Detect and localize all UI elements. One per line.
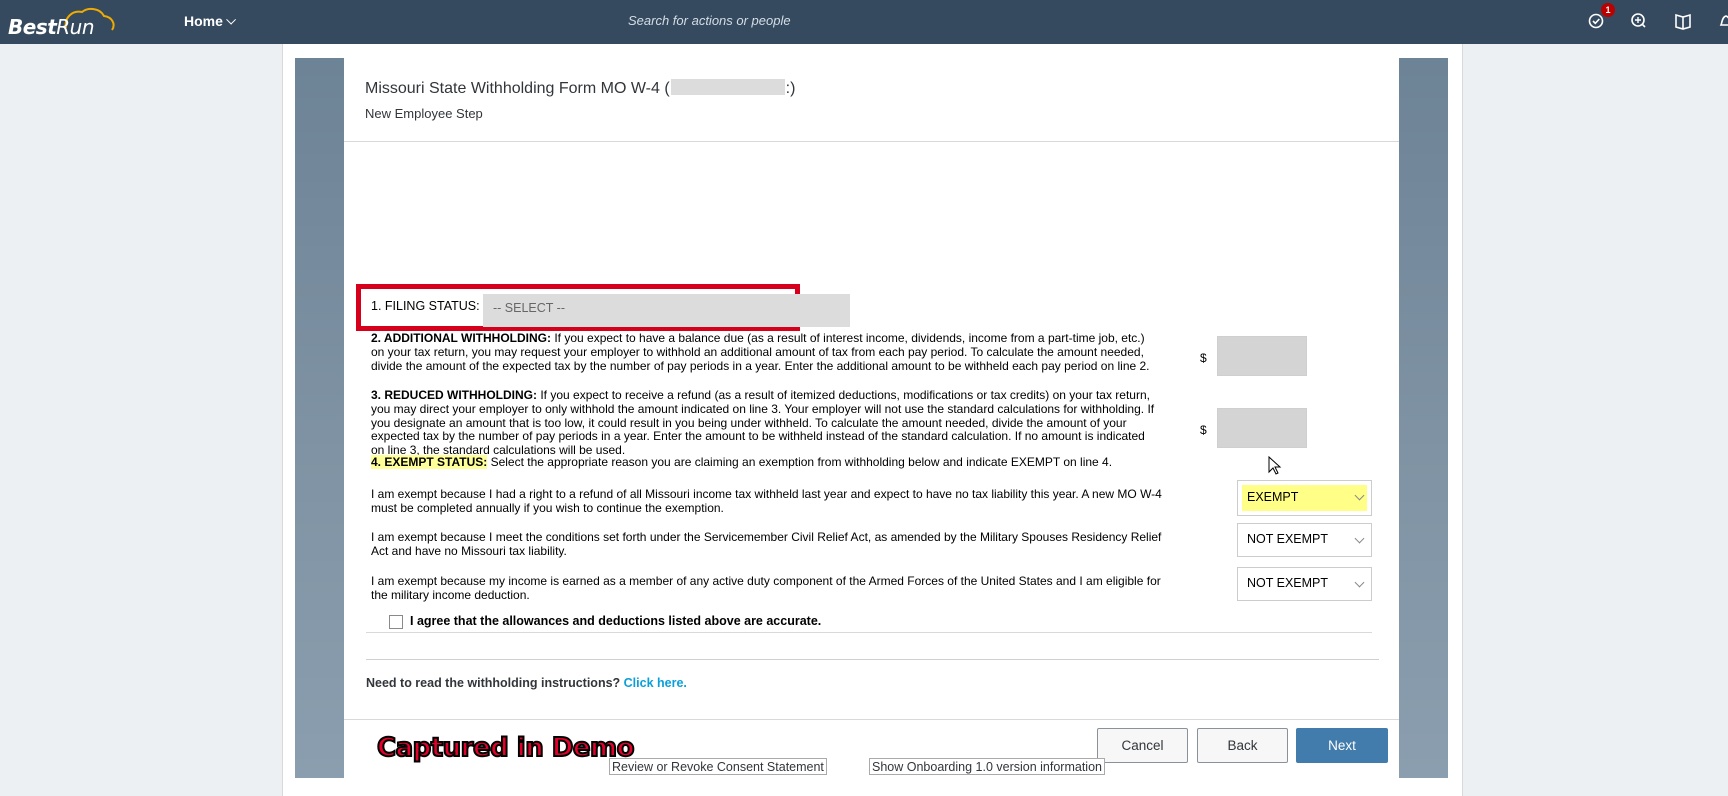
dialog-subtitle: New Employee Step	[365, 106, 483, 121]
exempt-select-2[interactable]: NOT EXEMPT	[1237, 523, 1372, 557]
version-info-link[interactable]: Show Onboarding 1.0 version information	[869, 758, 1105, 775]
cancel-button[interactable]: Cancel	[1097, 728, 1188, 763]
filing-status-label: 1. FILING STATUS:	[371, 299, 480, 313]
help-book-icon[interactable]	[1673, 11, 1693, 31]
additional-withholding-input[interactable]	[1217, 336, 1307, 376]
exempt-select-1-value: EXEMPT	[1247, 490, 1299, 504]
dialog-title-suffix: :)	[785, 80, 796, 97]
logo-text: BestRun	[8, 15, 95, 39]
currency-symbol-line3: $	[1200, 423, 1207, 437]
exempt-select-3[interactable]: NOT EXEMPT	[1237, 567, 1372, 601]
mo-w4-dialog: Missouri State Withholding Form MO W-4 (…	[344, 58, 1399, 778]
agree-label: I agree that the allowances and deductio…	[410, 614, 822, 628]
exempt-reason-3: I am exempt because my income is earned …	[371, 574, 1161, 602]
filing-status-select[interactable]: -- SELECT --	[483, 294, 850, 327]
shell-bar: BestRun Home Search for actions or peopl…	[0, 0, 1728, 44]
exempt-status-text: 4. EXEMPT STATUS: Select the appropriate…	[371, 455, 1271, 470]
additional-withholding-text: 2. ADDITIONAL WITHHOLDING: If you expect…	[371, 331, 1161, 373]
redacted-id	[670, 79, 785, 95]
chevron-down-icon	[1354, 533, 1365, 544]
chevron-down-icon	[226, 14, 236, 25]
mouse-cursor-icon	[1268, 456, 1282, 475]
instructions-link[interactable]: Click here.	[624, 676, 687, 690]
exempt-reason-1: I am exempt because I had a right to a r…	[371, 487, 1162, 515]
dialog-title-text: Missouri State Withholding Form MO W-4 (	[365, 80, 670, 97]
dialog-content: 1. FILING STATUS: -- SELECT -- 2. ADDITI…	[344, 143, 1399, 719]
dialog-header: Missouri State Withholding Form MO W-4 (…	[344, 58, 1399, 142]
instructions-label: Need to read the withholding instruction…	[366, 676, 621, 690]
bell-icon[interactable]	[1716, 11, 1728, 31]
back-button[interactable]: Back	[1197, 728, 1288, 763]
dialog-title: Missouri State Withholding Form MO W-4 (…	[365, 79, 795, 98]
instructions-text: Need to read the withholding instruction…	[366, 676, 687, 690]
consent-statement-link[interactable]: Review or Revoke Consent Statement	[609, 758, 827, 775]
exempt-status-heading: 4. EXEMPT STATUS:	[371, 455, 488, 469]
reduced-withholding-input[interactable]	[1217, 408, 1307, 448]
home-label: Home	[184, 13, 223, 29]
chevron-down-icon	[1354, 577, 1365, 588]
agree-checkbox[interactable]	[389, 615, 403, 629]
additional-withholding-heading: 2. ADDITIONAL WITHHOLDING:	[371, 331, 551, 345]
reduced-withholding-text: 3. REDUCED WITHHOLDING: If you expect to…	[371, 388, 1161, 458]
exempt-select-3-value: NOT EXEMPT	[1247, 576, 1329, 590]
next-button[interactable]: Next	[1296, 728, 1388, 763]
exempt-status-body: Select the appropriate reason you are cl…	[490, 455, 1113, 469]
feedback-icon[interactable]	[1629, 11, 1649, 31]
divider	[366, 632, 1372, 633]
search-input[interactable]: Search for actions or people	[628, 13, 791, 28]
exempt-select-2-value: NOT EXEMPT	[1247, 532, 1329, 546]
divider	[366, 659, 1379, 660]
home-menu-button[interactable]: Home	[184, 13, 236, 29]
demo-watermark: Captured in Demo	[376, 732, 635, 764]
reduced-withholding-heading: 3. REDUCED WITHHOLDING:	[371, 388, 537, 402]
notification-badge: 1	[1601, 3, 1615, 17]
exempt-select-1[interactable]: EXEMPT	[1237, 480, 1372, 516]
currency-symbol-line2: $	[1200, 351, 1207, 365]
bestrun-logo[interactable]: BestRun	[6, 6, 116, 39]
exempt-reason-2: I am exempt because I meet the condition…	[371, 530, 1162, 558]
